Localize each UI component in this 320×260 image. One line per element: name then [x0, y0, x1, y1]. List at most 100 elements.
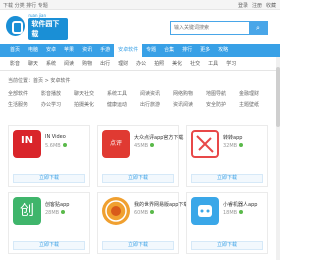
- top-bar-text: 下载 分类 排行 专题: [3, 3, 48, 9]
- app-name[interactable]: 创客贴app: [45, 201, 69, 208]
- search-bar: ⌕: [170, 21, 268, 35]
- search-button[interactable]: ⌕: [249, 22, 267, 34]
- subnav-item[interactable]: 办公: [132, 57, 150, 70]
- logo-small-text: ruan jian: [28, 12, 46, 18]
- status-dot-icon: [150, 210, 155, 214]
- app-card[interactable]: IN IN Video 5.6MB 立即下载: [8, 125, 90, 187]
- app-size: 60MB: [134, 210, 149, 216]
- category-tag[interactable]: 生活服务: [8, 102, 41, 108]
- icon-text: IN: [20, 135, 34, 146]
- nav-item-topics[interactable]: 专题: [142, 44, 160, 57]
- subnav-item[interactable]: 学习: [222, 57, 240, 70]
- app-card[interactable]: 点评 大众点评app官方下载 45MB 立即下载: [97, 125, 183, 187]
- download-button[interactable]: 立即下载: [13, 241, 85, 250]
- app-meta: 32MB: [223, 143, 244, 149]
- nav-item-pc[interactable]: 电脑: [24, 44, 42, 57]
- app-name[interactable]: 转转app: [223, 134, 242, 141]
- app-card[interactable]: 小睿机器人app 18MB 立即下载: [186, 192, 268, 254]
- category-tag[interactable]: 金融理财: [239, 91, 272, 97]
- nav-item-guides[interactable]: 攻略: [214, 44, 232, 57]
- nav-item-ranking[interactable]: 排行: [178, 44, 196, 57]
- sub-nav: 影音 聊天 系统 阅读 购物 出行 理财 办公 拍照 美化 社交 工具 学习: [0, 57, 280, 71]
- category-tag[interactable]: 系统工具: [107, 91, 140, 97]
- category-tag[interactable]: 安全防护: [206, 102, 239, 108]
- app-meta: 45MB: [134, 143, 155, 149]
- status-dot-icon: [150, 143, 155, 147]
- login-link[interactable]: 登录: [238, 2, 248, 9]
- app-card[interactable]: 转转app 32MB 立即下载: [186, 125, 268, 187]
- subnav-item[interactable]: 社交: [186, 57, 204, 70]
- category-tag[interactable]: 办公学习: [41, 102, 74, 108]
- header: ruan jian 软件园下载 ⌕: [0, 10, 280, 44]
- main-nav: 首页 电脑 安卓 苹果 资讯 手游 安卓软件 专题 合集 排行 更多 攻略: [0, 44, 280, 57]
- app-meta: 60MB: [134, 210, 155, 216]
- subnav-item[interactable]: 系统: [42, 57, 60, 70]
- subnav-item[interactable]: 购物: [78, 57, 96, 70]
- register-link[interactable]: 注册: [252, 2, 262, 9]
- download-button[interactable]: 立即下载: [191, 241, 263, 250]
- subnav-item[interactable]: 拍照: [150, 57, 168, 70]
- nav-item-home[interactable]: 首页: [6, 44, 24, 57]
- subnav-item[interactable]: 工具: [204, 57, 222, 70]
- icon-text: 创: [20, 203, 34, 219]
- subnav-item[interactable]: 阅读: [60, 57, 78, 70]
- category-tag[interactable]: 资讯阅读: [173, 102, 206, 108]
- subnav-item[interactable]: 理财: [114, 57, 132, 70]
- subnav-item[interactable]: 出行: [96, 57, 114, 70]
- app-card[interactable]: 创 创客贴app 28MB 立即下载: [8, 192, 90, 254]
- top-bar: 下载 分类 排行 专题 登录 注册 收藏: [0, 0, 280, 10]
- search-input[interactable]: [171, 22, 249, 34]
- app-meta: 28MB: [45, 210, 66, 216]
- app-size: 28MB: [45, 210, 60, 216]
- category-tag[interactable]: 全部软件: [8, 91, 41, 97]
- subnav-item[interactable]: 影音: [6, 57, 24, 70]
- status-dot-icon: [62, 143, 67, 147]
- subnav-item[interactable]: 美化: [168, 57, 186, 70]
- app-meta: 5.6MB: [45, 143, 67, 149]
- nav-item-android[interactable]: 安卓: [42, 44, 60, 57]
- app-card[interactable]: 我的世界网易版app下载 60MB 立即下载: [97, 192, 188, 254]
- robot-logo-icon: [191, 197, 219, 225]
- nav-item-more[interactable]: 更多: [196, 44, 214, 57]
- category-tag[interactable]: 出行旅游: [140, 102, 173, 108]
- download-button[interactable]: 立即下载: [102, 241, 174, 250]
- category-tag[interactable]: 健康运动: [107, 102, 140, 108]
- category-tag[interactable]: 主题壁纸: [239, 102, 272, 108]
- scrollbar-thumb[interactable]: [276, 67, 280, 127]
- nav-item-collections[interactable]: 合集: [160, 44, 178, 57]
- download-button[interactable]: 立即下载: [102, 174, 174, 183]
- download-button[interactable]: 立即下载: [13, 174, 85, 183]
- app-size: 5.6MB: [45, 143, 61, 149]
- in-logo-icon: IN: [13, 130, 41, 158]
- category-tag[interactable]: 地图导航: [206, 91, 239, 97]
- app-name[interactable]: 我的世界网易版app下载: [134, 201, 188, 208]
- scrollbar[interactable]: [276, 57, 280, 260]
- category-tag[interactable]: 阅读资讯: [140, 91, 173, 97]
- status-dot-icon: [61, 210, 66, 214]
- app-size: 45MB: [134, 143, 149, 149]
- chuang-logo-icon: 创: [13, 197, 41, 225]
- logo-badge-icon: [6, 16, 26, 36]
- download-button[interactable]: 立即下载: [191, 174, 263, 183]
- nav-item-games[interactable]: 手游: [96, 44, 114, 57]
- seal-logo-icon: [102, 197, 130, 225]
- site-logo[interactable]: ruan jian 软件园下载: [6, 12, 68, 40]
- nav-item-android-software[interactable]: 安卓软件: [114, 44, 143, 57]
- category-tag[interactable]: 影音播放: [41, 91, 74, 97]
- subnav-item[interactable]: 聊天: [24, 57, 42, 70]
- app-name[interactable]: IN Video: [45, 134, 66, 140]
- app-name[interactable]: 小睿机器人app: [223, 201, 257, 208]
- search-icon: ⌕: [256, 23, 260, 32]
- nav-item-ios[interactable]: 苹果: [60, 44, 78, 57]
- favorite-link[interactable]: 收藏: [266, 2, 276, 9]
- category-tags: 全部软件 影音播放 聊天社交 系统工具 阅读资讯 网络购物 地图导航 金融理财 …: [8, 91, 272, 108]
- dianping-logo-icon: 点评: [102, 130, 130, 158]
- app-meta: 18MB: [223, 210, 244, 216]
- nav-item-news[interactable]: 资讯: [78, 44, 96, 57]
- icon-text: 点评: [109, 140, 122, 147]
- category-tag[interactable]: 聊天社交: [74, 91, 107, 97]
- blocked-logo-icon: [191, 130, 219, 158]
- category-tag[interactable]: 网络购物: [173, 91, 206, 97]
- app-name[interactable]: 大众点评app官方下载: [134, 134, 183, 141]
- category-tag[interactable]: 拍摄美化: [74, 102, 107, 108]
